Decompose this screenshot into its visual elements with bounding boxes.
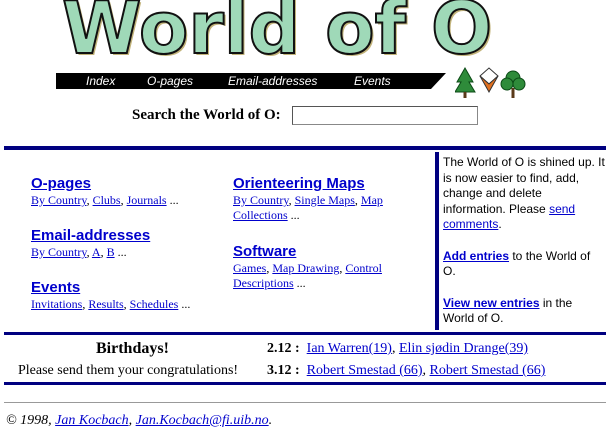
info-panel: The World of O is shined up. It is now e… [443,155,605,343]
logo-text: World of O [61,0,493,71]
events-more: ... [181,297,191,311]
opages-more: ... [169,193,179,207]
birthday-person-link[interactable]: Robert Smestad (66) [307,363,423,378]
nav-events-link[interactable]: Events [354,73,391,89]
category-orienteering-maps: Orienteering Maps By Country, Single Map… [233,175,423,223]
category-opages: O-pages By Country, Clubs, Journals ... [31,175,221,208]
software-more: ... [296,276,306,290]
category-events: Events Invitations, Results, Schedules .… [31,279,231,312]
birthday-row: 2.12 : Ian Warren(19), Elin sjødin Drang… [267,341,529,356]
info-paragraph-view-new-entries: View new entries in the World of O. [443,295,573,326]
footer-copyright: © 1998, [6,413,52,428]
info-paragraph-add-entries: Add entries to the World of O. [443,248,591,279]
birthdays-message: Please send them your congratulations! [18,363,239,378]
email-by-country-link[interactable]: By Country [31,245,87,259]
opages-journals-link[interactable]: Journals [127,193,167,207]
birthday-person-link[interactable]: Elin sjødin Drange(39) [399,341,528,356]
nav-bar: Index O-pages Email-addresses Events [56,73,446,89]
search-label: Search the World of O: [132,107,281,123]
software-map-drawing-link[interactable]: Map Drawing [272,261,339,275]
birthdays-bottom-divider [4,382,606,385]
events-links: Invitations, Results, Schedules ... [31,297,191,311]
events-results-link[interactable]: Results [88,297,123,311]
maps-title-link[interactable]: Orienteering Maps [233,175,365,192]
opages-title-link[interactable]: O-pages [31,175,91,192]
maps-links: By Country, Single Maps, Map Collections… [233,193,383,222]
tree-icon [455,66,476,98]
maps-single-maps-link[interactable]: Single Maps [295,193,355,207]
footer: © 1998, Jan Kocbach, Jan.Kocbach@fi.uib.… [6,413,273,428]
tree-icon [500,70,526,98]
events-title-link[interactable]: Events [31,279,80,296]
maps-more: ... [290,208,300,222]
world-of-o-logo: World of O [61,0,502,71]
opages-links: By Country, Clubs, Journals ... [31,193,179,207]
add-entries-link[interactable]: Add entries [443,249,509,263]
opages-by-country-link[interactable]: By Country [31,193,87,207]
nav-index-link[interactable]: Index [86,73,115,89]
software-title-link[interactable]: Software [233,243,296,260]
email-links: By Country, A, B ... [31,245,127,259]
view-new-entries-link[interactable]: View new entries [443,296,540,310]
footer-divider [4,402,606,403]
info-paragraph-shined-up: The World of O is shined up. It is now e… [443,155,605,231]
trees-flag-icon [455,66,526,98]
birthday-person-link[interactable]: Ian Warren(19) [307,341,392,356]
vertical-divider [435,152,439,330]
birthday-row: 3.12 : Robert Smestad (66), Robert Smest… [267,363,546,378]
footer-author-link[interactable]: Jan Kocbach [55,413,128,428]
top-divider [4,146,606,150]
email-a-link[interactable]: A [92,245,101,259]
footer-email-link[interactable]: Jan.Kocbach@fi.uib.no [136,413,269,428]
birthday-date: 3.12 : [267,363,300,378]
birthday-date: 2.12 : [267,341,300,356]
control-flag-icon [479,67,499,94]
email-b-link[interactable]: B [107,245,115,259]
opages-clubs-link[interactable]: Clubs [93,193,121,207]
events-schedules-link[interactable]: Schedules [130,297,179,311]
nav-opages-link[interactable]: O-pages [147,73,193,89]
software-games-link[interactable]: Games [233,261,266,275]
nav-email-addresses-link[interactable]: Email-addresses [228,73,317,89]
maps-by-country-link[interactable]: By Country [233,193,289,207]
birthdays-title: Birthdays! [96,340,169,357]
category-email-addresses: Email-addresses By Country, A, B ... [31,227,221,260]
software-links: Games, Map Drawing, Control Descriptions… [233,261,382,290]
category-software: Software Games, Map Drawing, Control Des… [233,243,423,291]
events-invitations-link[interactable]: Invitations [31,297,82,311]
email-more: ... [117,245,127,259]
birthdays-top-divider [4,332,606,335]
email-title-link[interactable]: Email-addresses [31,227,150,244]
birthday-person-link[interactable]: Robert Smestad (66) [430,363,546,378]
search-input[interactable] [292,106,478,125]
